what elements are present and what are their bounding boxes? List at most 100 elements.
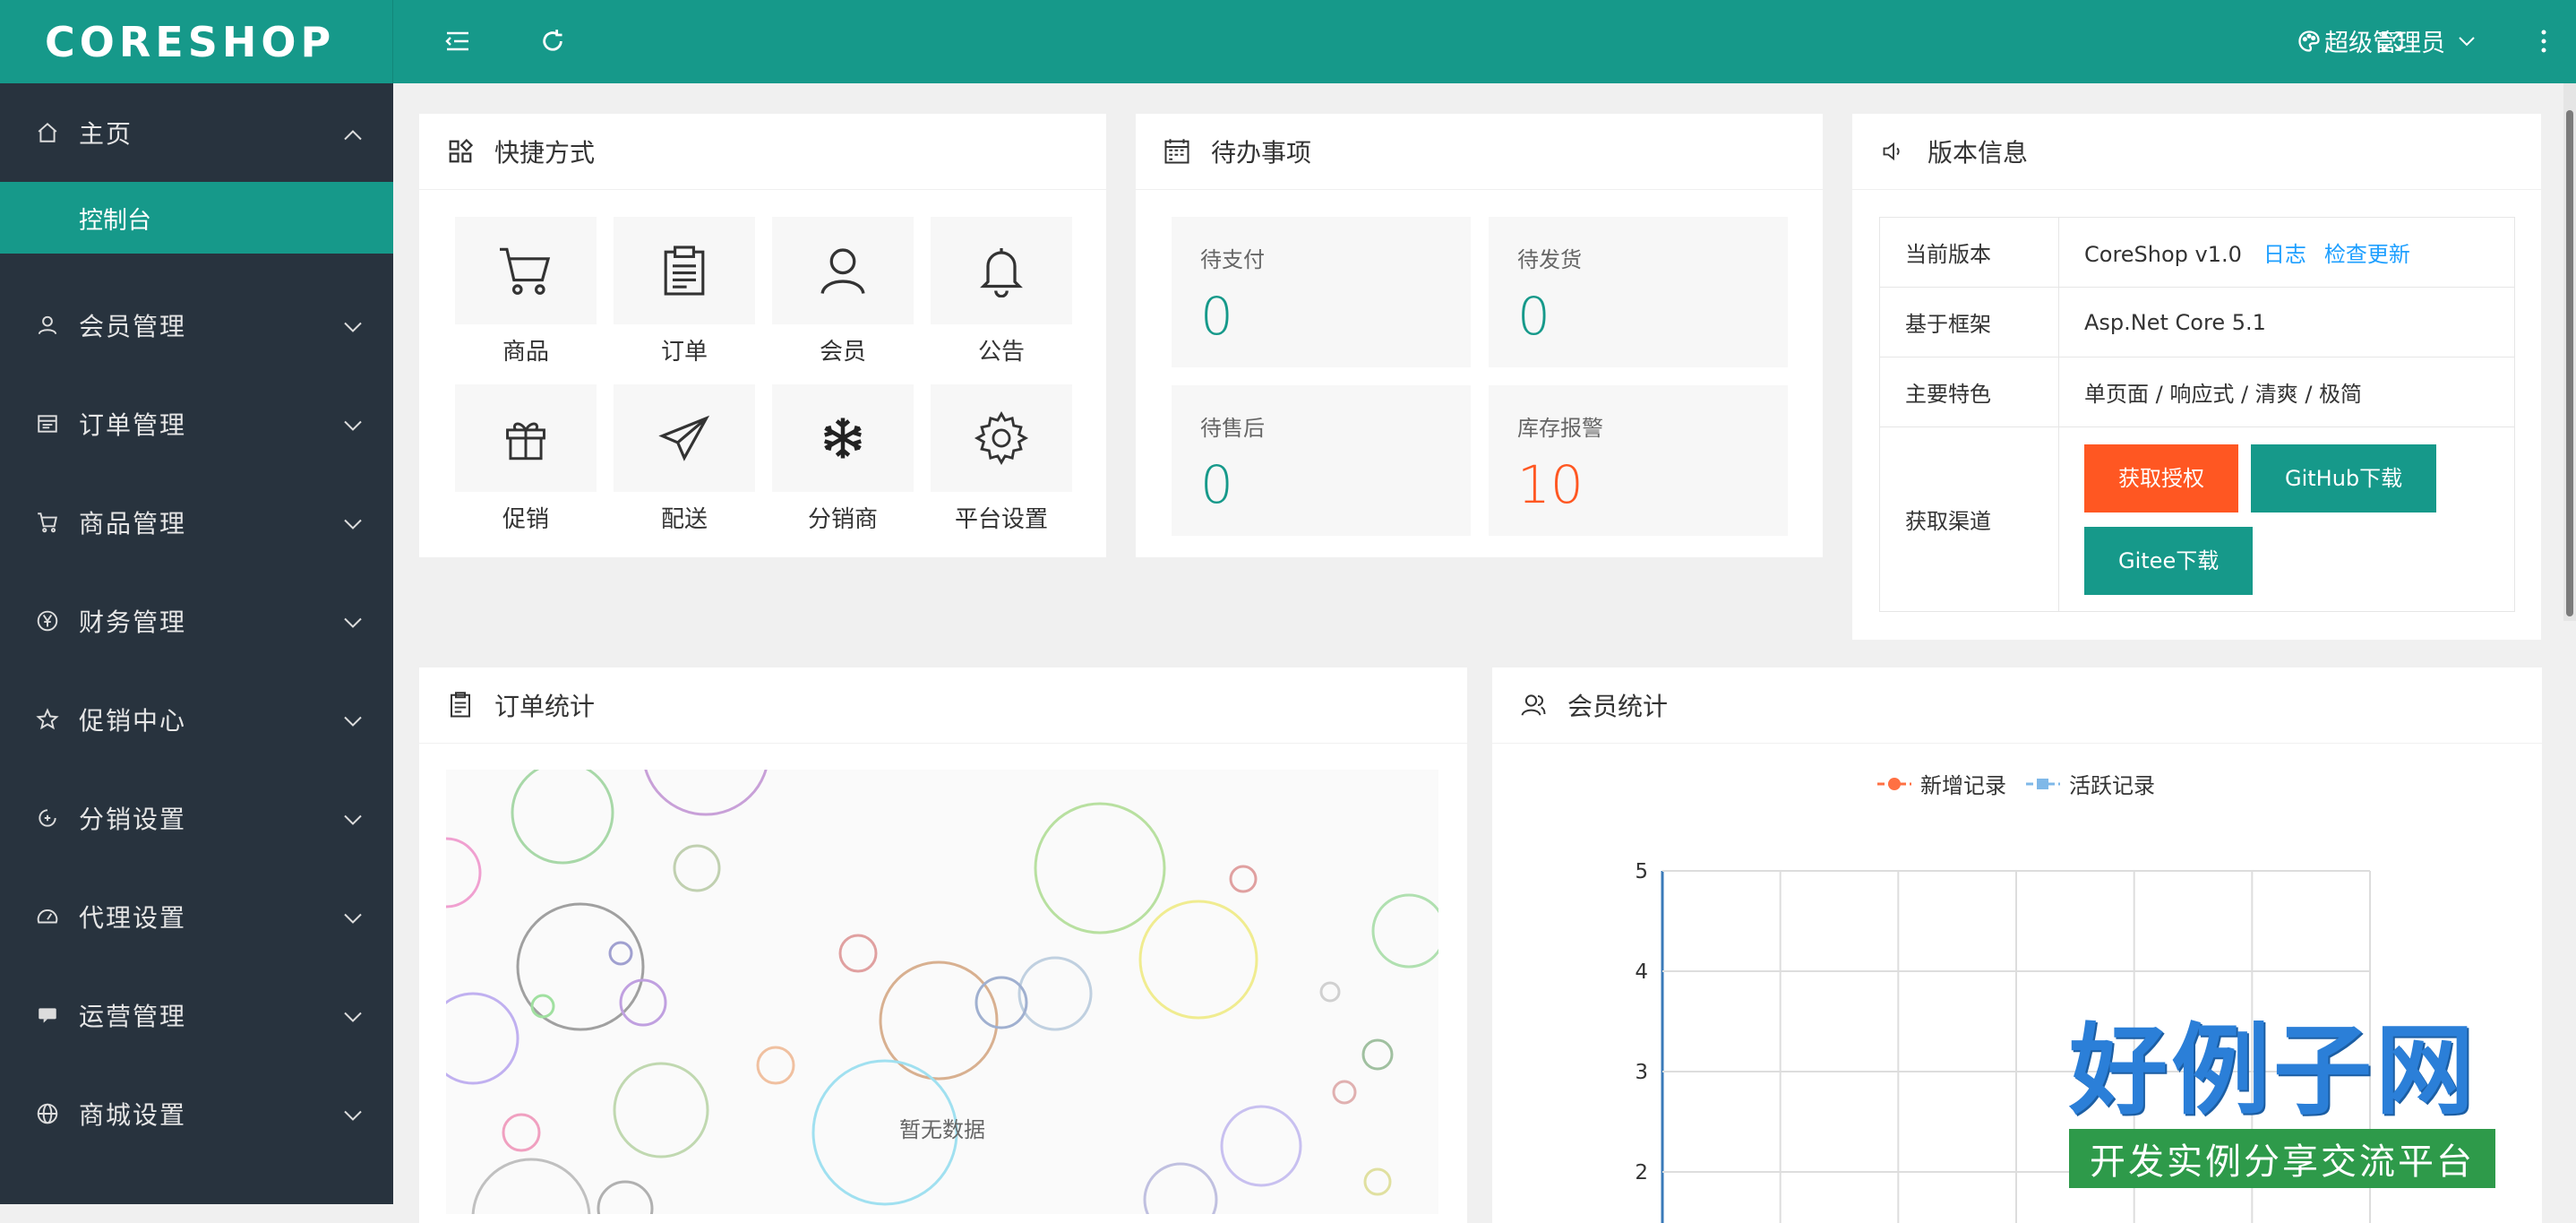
- refresh-circle-icon: [34, 805, 61, 831]
- decorative-bubble: [1319, 981, 1341, 1003]
- sidebar-item-label: 财务管理: [79, 607, 187, 637]
- check-update-link[interactable]: 检查更新: [2324, 242, 2410, 267]
- shortcut-members[interactable]: 会员: [772, 217, 914, 366]
- theme-icon[interactable]: [2295, 27, 2323, 56]
- todo-pending-payment[interactable]: 待支付 0: [1172, 217, 1471, 367]
- shortcut-distributors[interactable]: 分销商: [772, 384, 914, 534]
- apps-icon: [446, 137, 475, 166]
- table-row: 基于框架 Asp.Net Core 5.1: [1879, 287, 2515, 357]
- shortcut-orders[interactable]: 订单: [614, 217, 755, 366]
- sidebar-item-home[interactable]: 主页: [0, 83, 393, 182]
- collapse-menu-icon[interactable]: [443, 27, 472, 56]
- sidebar-item-operations[interactable]: 运营管理: [0, 966, 393, 1064]
- bell-icon: [980, 248, 1023, 297]
- decorative-bubble: [516, 902, 645, 1031]
- changelog-link[interactable]: 日志: [2263, 242, 2306, 267]
- scrollbar-thumb[interactable]: [2566, 110, 2573, 616]
- user-icon: [34, 312, 61, 339]
- calendar-icon: [1163, 137, 1191, 166]
- card-header: 版本信息: [1852, 114, 2541, 190]
- decorative-bubble: [597, 1180, 654, 1214]
- decorative-bubble: [608, 941, 633, 966]
- y-tick-label: 5: [1635, 860, 1648, 883]
- top-header: 超级管理员: [393, 0, 2576, 83]
- app-logo[interactable]: CORESHOP: [0, 0, 393, 83]
- order-icon: [34, 410, 61, 437]
- chevron-down-icon: [2459, 36, 2475, 46]
- shortcut-promotion[interactable]: 促销: [455, 384, 597, 534]
- sidebar-item-dashboard[interactable]: 控制台: [0, 182, 393, 254]
- shortcut-announcements[interactable]: 公告: [931, 217, 1072, 366]
- todo-pending-shipment[interactable]: 待发货 0: [1489, 217, 1788, 367]
- card-title: 订单统计: [494, 692, 596, 721]
- github-download-button[interactable]: GitHub下载: [2251, 444, 2437, 512]
- decorative-bubble: [644, 770, 768, 816]
- table-row: 当前版本 CoreShop v1.0 日志 检查更新: [1879, 217, 2515, 288]
- decorative-bubble: [471, 1158, 591, 1214]
- refresh-icon[interactable]: [538, 27, 567, 56]
- sidebar-item-members[interactable]: 会员管理: [0, 276, 393, 375]
- cart-icon: [34, 509, 61, 536]
- clipboard-icon: [446, 691, 475, 719]
- shortcuts-card: 快捷方式 商品 订单 会员 公告 促销 配送 分销商 平台设置: [419, 114, 1106, 557]
- home-icon: [34, 119, 61, 146]
- chevron-down-icon: [343, 804, 363, 833]
- yen-icon: [34, 607, 61, 634]
- sidebar-item-label: 运营管理: [79, 1002, 187, 1031]
- decorative-bubble: [838, 934, 878, 973]
- sidebar-item-finance[interactable]: 财务管理: [0, 572, 393, 670]
- sidebar-item-label: 商品管理: [79, 509, 187, 538]
- shortcut-delivery[interactable]: 配送: [614, 384, 755, 534]
- todo-stock-alert[interactable]: 库存报警 10: [1489, 385, 1788, 536]
- user-menu[interactable]: 超级管理员: [2324, 23, 2476, 58]
- user-name: 超级管理员: [2324, 30, 2445, 57]
- decorative-bubble: [975, 976, 1028, 1029]
- chevron-down-icon: [343, 508, 363, 538]
- decorative-bubble: [1361, 1038, 1394, 1071]
- sidebar-item-distribution[interactable]: 分销设置: [0, 769, 393, 867]
- page-scrollbar[interactable]: [2563, 83, 2576, 621]
- shortcut-products[interactable]: 商品: [455, 217, 597, 366]
- sidebar-item-orders[interactable]: 订单管理: [0, 375, 393, 473]
- todo-card: 待办事项 待支付 0 待发货 0 待售后 0 库存报警 10: [1136, 114, 1823, 557]
- sidebar-item-label: 代理设置: [79, 903, 187, 933]
- decorative-bubble: [446, 992, 519, 1085]
- star-icon: [34, 706, 61, 733]
- chevron-down-icon: [343, 1099, 363, 1129]
- sidebar-item-label: 商城设置: [79, 1100, 187, 1130]
- y-tick-label: 3: [1635, 1061, 1648, 1084]
- chevron-down-icon: [343, 607, 363, 636]
- chevron-down-icon: [343, 902, 363, 932]
- version-table: 当前版本 CoreShop v1.0 日志 检查更新 基于框架 Asp.Net Co…: [1879, 217, 2515, 612]
- decorative-bubble: [446, 837, 482, 909]
- speaker-icon: [1879, 137, 1908, 166]
- order-chart-empty: 暂无数据: [446, 770, 1438, 1214]
- card-header: 快捷方式: [419, 114, 1106, 190]
- decorative-bubble: [1371, 893, 1438, 969]
- more-vertical-icon[interactable]: [2529, 27, 2558, 56]
- card-title: 待办事项: [1211, 138, 1312, 168]
- gitee-download-button[interactable]: Gitee下载: [2084, 526, 2254, 595]
- todo-after-sales[interactable]: 待售后 0: [1172, 385, 1471, 536]
- sidebar-item-label: 订单管理: [79, 410, 187, 440]
- sidebar-item-mall[interactable]: 商城设置: [0, 1064, 393, 1163]
- y-tick-label: 2: [1635, 1161, 1648, 1184]
- decorative-bubble: [1138, 900, 1258, 1020]
- shortcut-platform-settings[interactable]: 平台设置: [931, 384, 1072, 534]
- sidebar-item-promotion[interactable]: 促销中心: [0, 670, 393, 769]
- decorative-bubble: [511, 770, 614, 865]
- gift-icon: [506, 422, 545, 461]
- sidebar-item-label: 主页: [79, 119, 133, 149]
- decorative-bubble: [756, 1046, 795, 1085]
- table-row: 主要特色 单页面 / 响应式 / 清爽 / 极简: [1879, 357, 2515, 427]
- y-tick-label: 4: [1635, 960, 1648, 984]
- empty-data-text: 暂无数据: [899, 1117, 985, 1142]
- site-watermark: 好例子网 开发实例分享交流平台: [2069, 1021, 2495, 1188]
- card-header: 订单统计: [419, 667, 1467, 744]
- snowflake-icon: [824, 418, 862, 459]
- sidebar-item-products[interactable]: 商品管理: [0, 473, 393, 572]
- sidebar-item-agent[interactable]: 代理设置: [0, 867, 393, 966]
- table-row: 获取渠道 获取授权 GitHub下载 Gitee下载: [1879, 426, 2515, 612]
- chevron-down-icon: [343, 1001, 363, 1030]
- get-license-button[interactable]: 获取授权: [2084, 444, 2238, 512]
